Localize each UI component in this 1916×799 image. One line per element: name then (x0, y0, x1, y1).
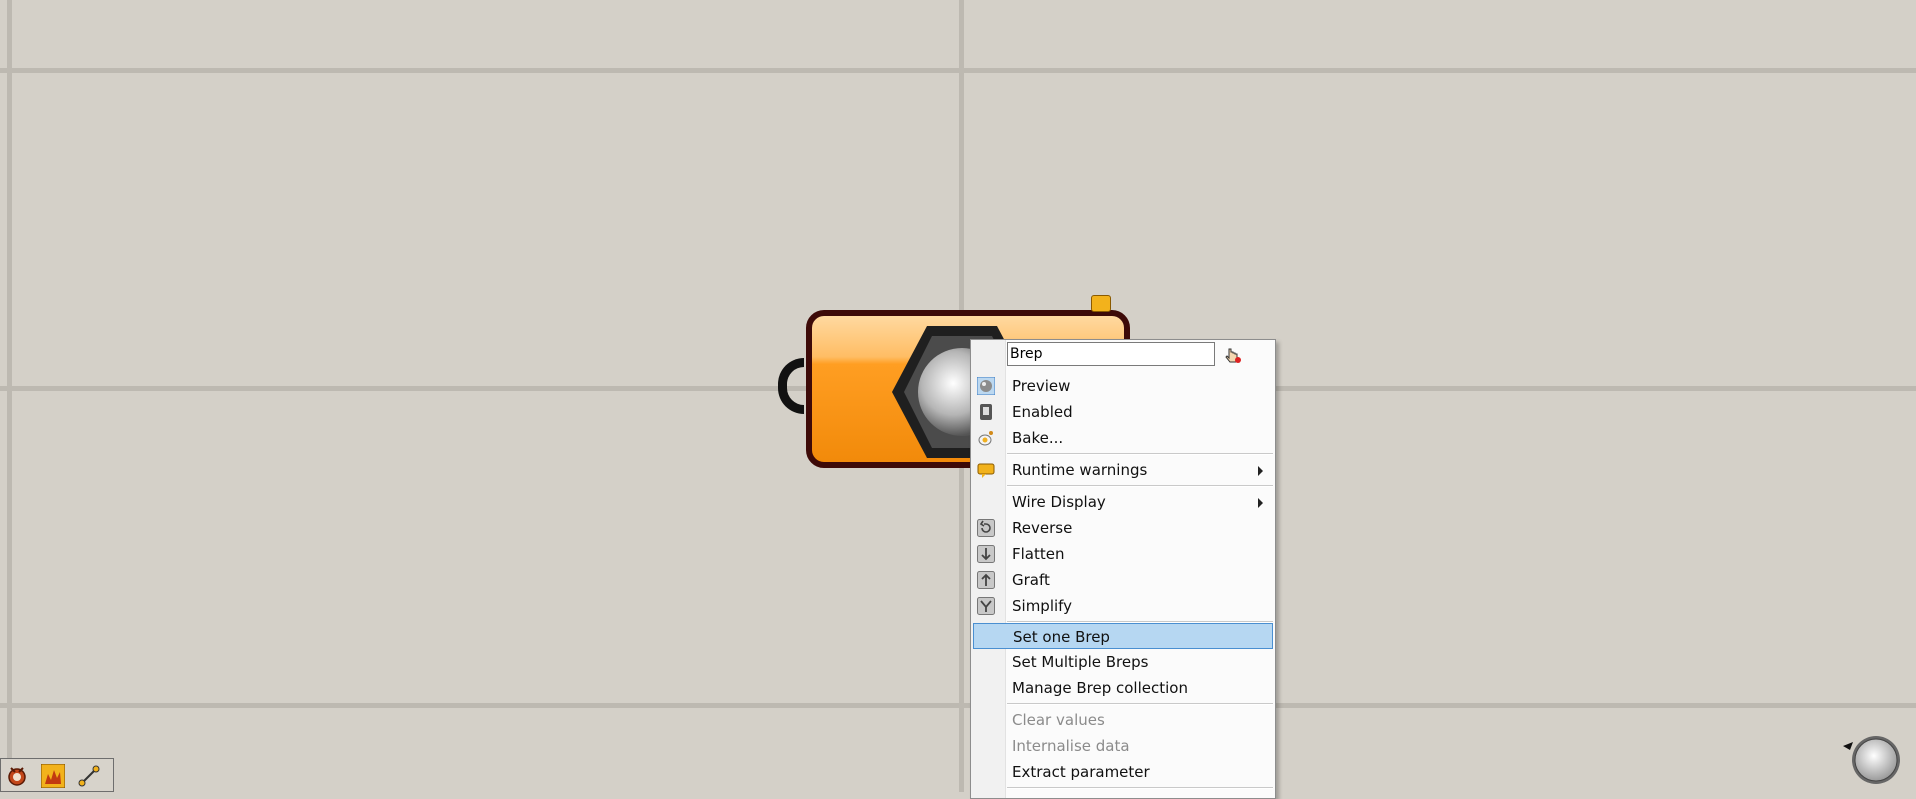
fire-icon[interactable] (41, 764, 65, 788)
menu-separator (1007, 787, 1273, 789)
menu-item-set-one-brep[interactable]: Set one Brep (973, 623, 1273, 649)
enabled-switch-icon (980, 404, 992, 420)
menu-item-runtime-warnings[interactable]: Runtime warnings (973, 457, 1273, 483)
menu-item-bake[interactable]: Bake... (973, 425, 1273, 451)
reverse-icon (977, 519, 995, 537)
menu-item-clear-values: Clear values (1012, 711, 1105, 729)
navigation-compass-icon[interactable] (1841, 733, 1901, 789)
menu-separator (1007, 703, 1273, 705)
menu-item-graft[interactable]: Graft (973, 567, 1273, 593)
pick-hand-icon[interactable] (1224, 346, 1242, 364)
menu-item-internalise-data: Internalise data (1012, 737, 1130, 755)
flatten-icon (977, 545, 995, 563)
grid-line (0, 703, 1916, 708)
grid-line (7, 0, 12, 792)
grid-line (0, 68, 1916, 73)
preview-sphere-icon (977, 377, 995, 395)
menu-item-set-multiple-breps[interactable]: Set Multiple Breps (973, 649, 1273, 675)
graft-icon (977, 571, 995, 589)
warning-balloon-icon[interactable] (1091, 295, 1111, 312)
param-name-input[interactable]: Brep (1007, 342, 1215, 366)
simplify-icon (977, 597, 995, 615)
context-menu: Brep Preview Enabled Bake... Runtime war… (970, 339, 1276, 799)
menu-item-preview[interactable]: Preview (973, 373, 1273, 399)
menu-item-flatten[interactable]: Flatten (973, 541, 1273, 567)
canvas-toolbar (0, 758, 114, 792)
menu-item-enabled[interactable]: Enabled (973, 399, 1273, 425)
menu-item-wire-display[interactable]: Wire Display (973, 489, 1273, 515)
warning-balloon-icon (977, 463, 995, 478)
submenu-arrow-icon (1258, 498, 1263, 508)
grasshopper-logo-icon[interactable] (5, 764, 29, 788)
bake-egg-icon (978, 431, 993, 446)
menu-item-manage-brep-collection[interactable]: Manage Brep collection (973, 675, 1273, 701)
submenu-arrow-icon (1258, 466, 1263, 476)
menu-separator (1007, 453, 1273, 455)
menu-item-simplify[interactable]: Simplify (973, 593, 1273, 619)
menu-item-extract-parameter[interactable]: Extract parameter (973, 759, 1273, 785)
menu-item-reverse[interactable]: Reverse (973, 515, 1273, 541)
menu-separator (1007, 485, 1273, 487)
wire-tool-icon[interactable] (77, 764, 101, 788)
